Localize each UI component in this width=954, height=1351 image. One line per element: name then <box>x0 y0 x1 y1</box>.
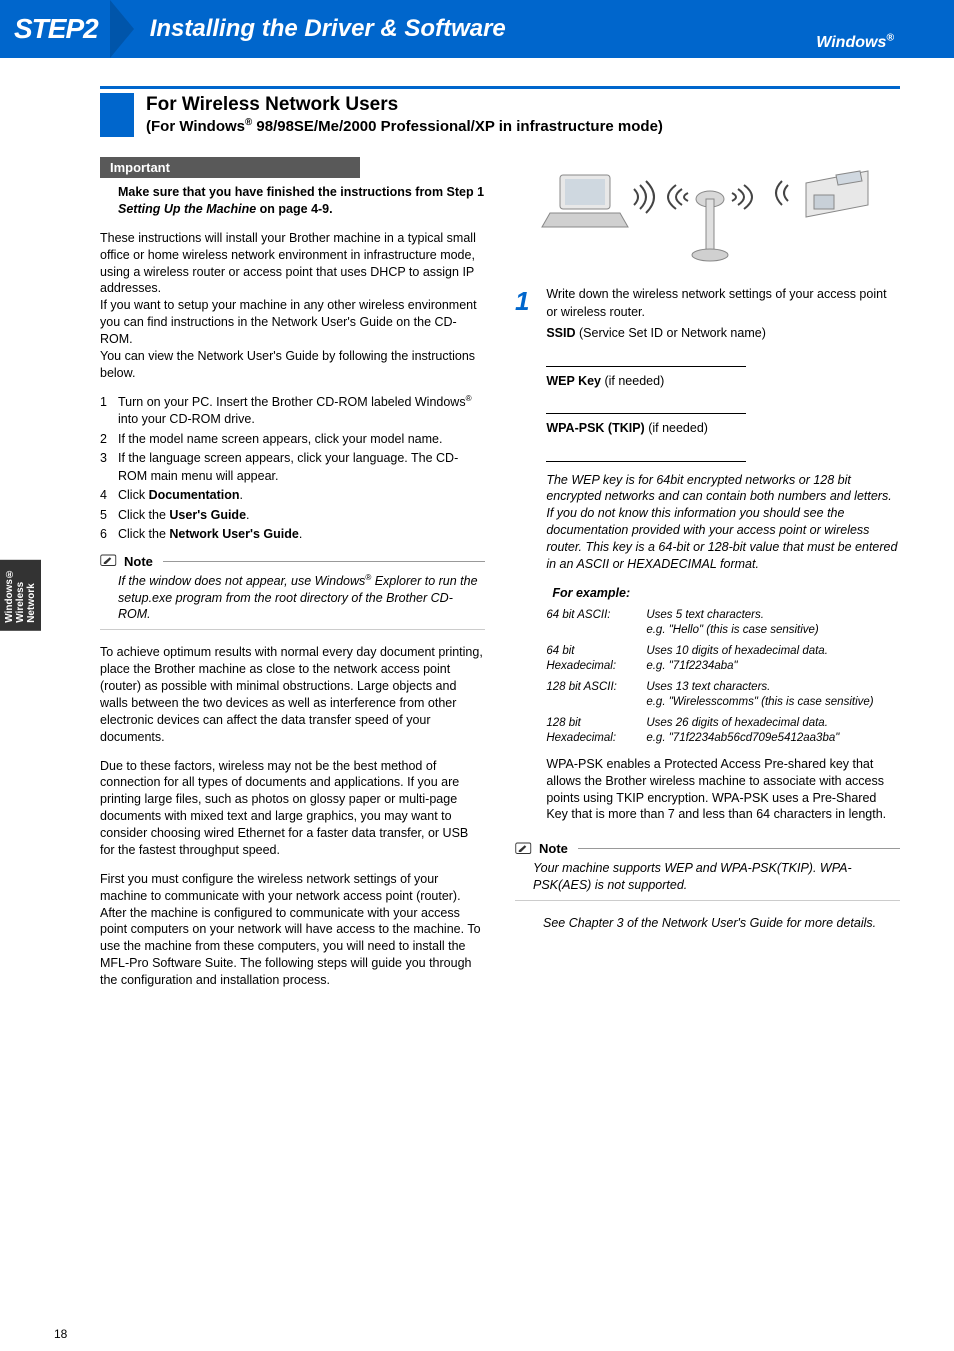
list-item: 2If the model name screen appears, click… <box>100 431 485 449</box>
blank-line <box>546 448 746 462</box>
note-body: Your machine supports WEP and WPA-PSK(TK… <box>515 858 900 901</box>
wep-info: The WEP key is for 64bit encrypted netwo… <box>546 472 899 573</box>
list-item: 5Click the User's Guide. <box>100 507 485 525</box>
list-item: 4Click Documentation. <box>100 487 485 505</box>
network-diagram-icon <box>538 157 878 267</box>
table-row: 64 bit ASCII:Uses 5 text characters. e.g… <box>546 608 899 638</box>
left-column: Important Make sure that you have finish… <box>100 157 485 1001</box>
blank-line <box>546 400 746 414</box>
banner-title: Installing the Driver & Software <box>150 15 506 43</box>
right-column: 1 Write down the wireless network settin… <box>515 157 900 1001</box>
table-row: 128 bit Hexadecimal:Uses 26 digits of he… <box>546 716 899 746</box>
see-more: See Chapter 3 of the Network User's Guid… <box>515 915 900 932</box>
platform-label: Windows® <box>816 34 894 52</box>
intro-paragraph: These instructions will install your Bro… <box>100 230 485 382</box>
note-body: If the window does not appear, use Windo… <box>100 571 485 631</box>
step-number: 1 <box>515 286 543 317</box>
section-title: For Wireless Network Users <box>146 93 663 118</box>
wep-line: WEP Key (if needed) <box>546 373 899 391</box>
note-heading: Note <box>100 554 485 569</box>
wireless-diagram <box>515 157 900 270</box>
wpa-info: WPA-PSK enables a Protected Access Pre-s… <box>546 756 899 824</box>
wpa-line: WPA-PSK (TKIP) (if needed) <box>546 420 899 438</box>
page-number: 18 <box>54 1327 67 1341</box>
paragraph: Due to these factors, wireless may not b… <box>100 758 485 859</box>
instruction-list: 1Turn on your PC. Insert the Brother CD-… <box>100 394 485 544</box>
table-row: 64 bit Hexadecimal:Uses 10 digits of hex… <box>546 644 899 674</box>
list-item: 1Turn on your PC. Insert the Brother CD-… <box>100 394 485 429</box>
content-area: For Wireless Network Users (For Windows®… <box>0 58 954 1021</box>
section-heading: For Wireless Network Users (For Windows®… <box>100 86 900 137</box>
step-intro: Write down the wireless network settings… <box>546 286 899 321</box>
example-table: 64 bit ASCII:Uses 5 text characters. e.g… <box>546 608 899 746</box>
pencil-icon <box>515 842 533 856</box>
paragraph: To achieve optimum results with normal e… <box>100 644 485 745</box>
section-subtitle: (For Windows® 98/98SE/Me/2000 Profession… <box>146 118 663 135</box>
chevron-icon <box>110 0 134 58</box>
top-banner: STEP2 Installing the Driver & Software W… <box>0 0 954 58</box>
blank-line <box>546 353 746 367</box>
step-label: STEP2 <box>0 13 116 45</box>
important-text: Make sure that you have finished the ins… <box>100 178 485 230</box>
table-row: 128 bit ASCII:Uses 13 text characters. e… <box>546 680 899 710</box>
step-1: 1 Write down the wireless network settin… <box>515 286 900 833</box>
section-marker-icon <box>100 93 134 137</box>
note-heading: Note <box>515 841 900 856</box>
pencil-icon <box>100 554 118 568</box>
important-heading: Important <box>100 157 360 178</box>
example-heading: For example: <box>552 585 899 603</box>
side-tab: Windows® Wireless Network <box>0 560 41 631</box>
list-item: 6Click the Network User's Guide. <box>100 526 485 544</box>
list-item: 3If the language screen appears, click y… <box>100 450 485 485</box>
ssid-line: SSID (Service Set ID or Network name) <box>546 325 899 343</box>
paragraph: First you must configure the wireless ne… <box>100 871 485 989</box>
